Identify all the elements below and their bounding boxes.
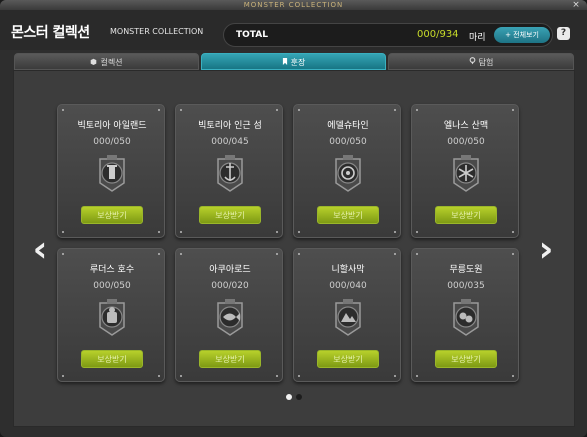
tab-exploration[interactable]: 탐험 [388,53,574,70]
claim-reward-button[interactable]: 보상받기 [199,350,261,368]
card-title: 니할사막 [331,265,365,275]
card-count: 000/020 [211,281,249,291]
claim-reward-button[interactable]: 보상받기 [317,350,379,368]
window-title: MONSTER COLLECTION [243,1,344,9]
rivet [158,375,160,377]
rivet [180,231,182,233]
medal-card: 무릉도원 000/035 보상받기 [411,248,519,382]
box-icon [90,54,97,71]
card-count: 000/050 [93,281,131,291]
close-button[interactable]: × [571,0,581,10]
medal-card: 빅토리아 아일랜드 000/050 보상받기 [57,104,165,238]
view-all-button[interactable]: + 전체보기 [494,27,550,43]
medal-card: 아쿠아로드 000/020 보상받기 [175,248,283,382]
tab-medal[interactable]: 훈장 [201,53,386,70]
rivet [416,109,418,111]
card-count: 000/050 [329,137,367,147]
rivet [512,375,514,377]
claim-reward-button[interactable]: 보상받기 [317,206,379,224]
snowflake-medal-icon [450,153,482,193]
rivet [394,375,396,377]
card-title: 무릉도원 [449,265,483,275]
pin-icon [469,54,476,71]
claim-reward-button[interactable]: 보상받기 [199,206,261,224]
bookmark-icon [282,54,288,71]
rivet [298,231,300,233]
card-count: 000/050 [447,137,485,147]
rivet [158,253,160,255]
card-title: 엘나스 산맥 [443,121,489,131]
rivet [276,231,278,233]
page-dot[interactable] [296,394,302,400]
rivet [276,109,278,111]
card-count: 000/040 [329,281,367,291]
medal-card: 니할사막 000/040 보상받기 [293,248,401,382]
rivet [394,109,396,111]
toy-medal-icon [96,297,128,337]
mulung-medal-icon [450,297,482,337]
rivet [180,253,182,255]
desert-medal-icon [332,297,364,337]
rivet [394,253,396,255]
monster-collection-window: MONSTER COLLECTION × 몬스터 컬렉션 MONSTER COL… [0,0,587,437]
tab-label: 탐험 [478,58,494,67]
medal-card: 엘나스 산맥 000/050 보상받기 [411,104,519,238]
rivet [62,109,64,111]
rivet [512,253,514,255]
card-count: 000/035 [447,281,485,291]
card-title: 에델슈타인 [327,121,369,131]
card-title: 루더스 호수 [89,265,135,275]
rivet [276,253,278,255]
rivet [298,253,300,255]
rivet [298,375,300,377]
prev-page-button[interactable]: ‹ [30,232,50,272]
tab-collection[interactable]: 컬렉션 [14,53,199,70]
card-count: 000/050 [93,137,131,147]
rivet [512,231,514,233]
tab-bar: 컬렉션 훈장 탐험 [14,53,574,70]
rivet [416,253,418,255]
rivet [394,231,396,233]
next-page-button[interactable]: › [536,232,556,272]
medal-card: 에델슈타인 000/050 보상받기 [293,104,401,238]
total-label: TOTAL [236,30,268,40]
help-button[interactable]: ? [557,27,570,40]
rivet [158,231,160,233]
anchor-medal-icon [214,153,246,193]
gear-medal-icon [332,153,364,193]
claim-reward-button[interactable]: 보상받기 [435,206,497,224]
rivet [180,375,182,377]
tower-medal-icon [96,153,128,193]
medal-card: 루더스 호수 000/050 보상받기 [57,248,165,382]
card-title: 아쿠아로드 [209,265,251,275]
card-title: 빅토리아 아일랜드 [77,121,147,131]
rivet [416,375,418,377]
rivet [416,231,418,233]
page-dot-active[interactable] [286,394,292,400]
tab-label: 훈장 [290,58,306,67]
title-bar[interactable]: MONSTER COLLECTION × [0,0,587,10]
claim-reward-button[interactable]: 보상받기 [81,206,143,224]
medal-card: 빅토리아 인근 섬 000/045 보상받기 [175,104,283,238]
claim-reward-button[interactable]: 보상받기 [435,350,497,368]
tab-label: 컬렉션 [100,58,123,67]
fish-medal-icon [214,297,246,337]
rivet [62,231,64,233]
card-title: 빅토리아 인근 섬 [198,121,262,131]
rivet [62,375,64,377]
card-count: 000/045 [211,137,249,147]
page-subtitle: MONSTER COLLECTION [110,27,204,36]
total-bar: TOTAL 000/934 마리 + 전체보기 [223,23,553,47]
total-unit: 마리 [469,33,486,43]
rivet [180,109,182,111]
header: 몬스터 컬렉션 MONSTER COLLECTION TOTAL 000/934… [0,10,587,50]
rivet [62,253,64,255]
page-title: 몬스터 컬렉션 [11,25,90,41]
total-count: 000/934 [417,29,459,40]
rivet [512,109,514,111]
rivet [298,109,300,111]
rivet [276,375,278,377]
claim-reward-button[interactable]: 보상받기 [81,350,143,368]
rivet [158,109,160,111]
